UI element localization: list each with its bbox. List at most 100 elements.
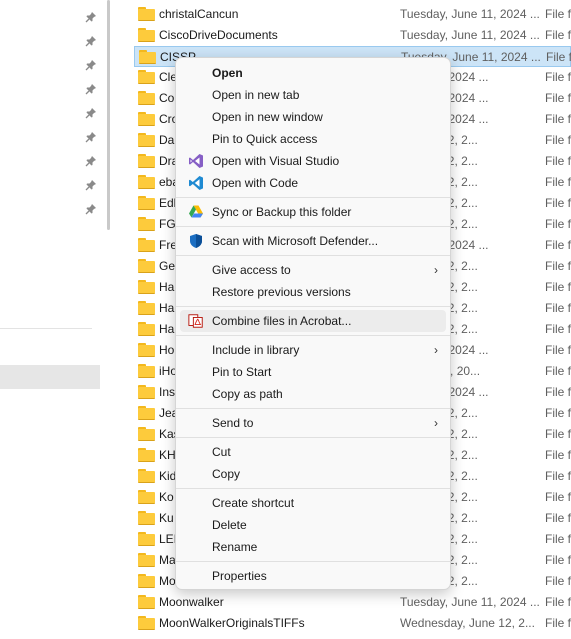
- visual-studio-icon: [188, 153, 204, 169]
- menu-item-label: Open with Visual Studio: [212, 154, 340, 168]
- menu-item-label: Open in new window: [212, 110, 323, 124]
- menu-item-delete[interactable]: Delete: [180, 514, 446, 536]
- menu-item-label: Copy as path: [212, 387, 283, 401]
- pin-icon[interactable]: [84, 10, 98, 24]
- file-name: Ins: [159, 385, 176, 399]
- folder-icon: [138, 154, 155, 168]
- file-type: File fo: [545, 91, 571, 105]
- file-type: File fo: [545, 28, 571, 42]
- pin-icon[interactable]: [84, 202, 98, 216]
- menu-item-label: Combine files in Acrobat...: [212, 314, 352, 328]
- menu-separator: [176, 561, 450, 562]
- menu-item-pin-to-quick-access[interactable]: Pin to Quick access: [180, 128, 446, 150]
- menu-item-rename[interactable]: Rename: [180, 536, 446, 558]
- file-type: File fo: [545, 133, 571, 147]
- folder-icon: [138, 91, 155, 105]
- menu-item-label: Cut: [212, 445, 231, 459]
- menu-item-combine-files-in-acrobat[interactable]: Combine files in Acrobat...: [180, 310, 446, 332]
- menu-item-label: Properties: [212, 569, 267, 583]
- folder-icon: [138, 616, 155, 630]
- folder-icon: [138, 175, 155, 189]
- file-type: File fo: [545, 364, 571, 378]
- folder-icon: [138, 196, 155, 210]
- nav-divider: [0, 328, 92, 329]
- pin-icon[interactable]: [84, 106, 98, 120]
- menu-item-open-in-new-window[interactable]: Open in new window: [180, 106, 446, 128]
- pin-icon[interactable]: [84, 58, 98, 72]
- file-type: File fo: [545, 574, 571, 588]
- google-drive-icon: [188, 204, 204, 220]
- menu-item-open-with-visual-studio[interactable]: Open with Visual Studio: [180, 150, 446, 172]
- pin-icon[interactable]: [84, 130, 98, 144]
- file-type: File fo: [546, 50, 571, 64]
- chevron-right-icon: ›: [434, 343, 438, 357]
- file-type: File fo: [545, 175, 571, 189]
- pin-icon[interactable]: [84, 154, 98, 168]
- menu-item-pin-to-start[interactable]: Pin to Start: [180, 361, 446, 383]
- file-type: File fo: [545, 469, 571, 483]
- menu-item-give-access-to[interactable]: Give access to ›: [180, 259, 446, 281]
- folder-icon: [138, 448, 155, 462]
- folder-icon: [138, 322, 155, 336]
- menu-item-restore-previous-versions[interactable]: Restore previous versions: [180, 281, 446, 303]
- nav-selected-item[interactable]: [0, 365, 100, 389]
- menu-item-copy-as-path[interactable]: Copy as path: [180, 383, 446, 405]
- menu-item-scan-with-microsoft-defender[interactable]: Scan with Microsoft Defender...: [180, 230, 446, 252]
- menu-item-create-shortcut[interactable]: Create shortcut: [180, 492, 446, 514]
- file-type: File fo: [545, 280, 571, 294]
- folder-icon: [138, 553, 155, 567]
- file-row[interactable]: Moonwalker Tuesday, June 11, 2024 ... File…: [134, 592, 571, 613]
- folder-icon: [138, 280, 155, 294]
- file-date-modified: Tuesday, June 11, 2024 ...: [400, 595, 540, 609]
- menu-item-open[interactable]: Open: [180, 62, 446, 84]
- pin-icon[interactable]: [84, 82, 98, 96]
- file-row[interactable]: MoonWalkerOriginalsTIFFs Wednesday, June …: [134, 613, 571, 634]
- menu-separator: [176, 226, 450, 227]
- file-name: Edl: [159, 196, 177, 210]
- menu-item-label: Rename: [212, 540, 258, 554]
- folder-icon: [138, 7, 155, 21]
- menu-item-label: Delete: [212, 518, 247, 532]
- menu-item-label: Restore previous versions: [212, 285, 351, 299]
- pane-scrollbar[interactable]: [107, 0, 110, 230]
- file-type: File fo: [545, 7, 571, 21]
- chevron-right-icon: ›: [434, 263, 438, 277]
- file-type: File fo: [545, 406, 571, 420]
- folder-icon: [138, 490, 155, 504]
- vscode-icon: [188, 175, 204, 191]
- file-type: File fo: [545, 259, 571, 273]
- menu-item-include-in-library[interactable]: Include in library ›: [180, 339, 446, 361]
- menu-item-sync-or-backup-this-folder[interactable]: Sync or Backup this folder: [180, 201, 446, 223]
- menu-item-label: Create shortcut: [212, 496, 295, 510]
- navigation-pane: [0, 0, 101, 639]
- menu-item-label: Give access to: [212, 263, 291, 277]
- menu-item-properties[interactable]: Properties: [180, 565, 446, 587]
- file-row[interactable]: christalCancun Tuesday, June 11, 2024 ...…: [134, 4, 571, 25]
- menu-item-label: Send to: [212, 416, 254, 430]
- folder-icon: [138, 406, 155, 420]
- folder-icon: [138, 532, 155, 546]
- file-type: File fo: [545, 511, 571, 525]
- file-name: Ha: [159, 301, 175, 315]
- menu-item-open-in-new-tab[interactable]: Open in new tab: [180, 84, 446, 106]
- file-name: christalCancun: [159, 7, 239, 21]
- file-name: MoonWalkerOriginalsTIFFs: [159, 616, 305, 630]
- folder-icon: [138, 112, 155, 126]
- file-type: File fo: [545, 301, 571, 315]
- file-type: File fo: [545, 217, 571, 231]
- menu-item-cut[interactable]: Cut: [180, 441, 446, 463]
- folder-icon: [138, 70, 155, 84]
- file-type: File fo: [545, 532, 571, 546]
- file-explorer-window: christalCancun Tuesday, June 11, 2024 ...…: [0, 0, 571, 639]
- menu-item-send-to[interactable]: Send to ›: [180, 412, 446, 434]
- menu-separator: [176, 306, 450, 307]
- file-name: Ha: [159, 322, 175, 336]
- pin-icon[interactable]: [84, 178, 98, 192]
- folder-icon: [138, 217, 155, 231]
- menu-item-open-with-code[interactable]: Open with Code: [180, 172, 446, 194]
- file-row[interactable]: CiscoDriveDocuments Tuesday, June 11, 202…: [134, 25, 571, 46]
- pin-icon[interactable]: [84, 34, 98, 48]
- context-menu: Open Open in new tab Open in new window Pin…: [175, 57, 451, 590]
- menu-item-copy[interactable]: Copy: [180, 463, 446, 485]
- file-type: File fo: [545, 553, 571, 567]
